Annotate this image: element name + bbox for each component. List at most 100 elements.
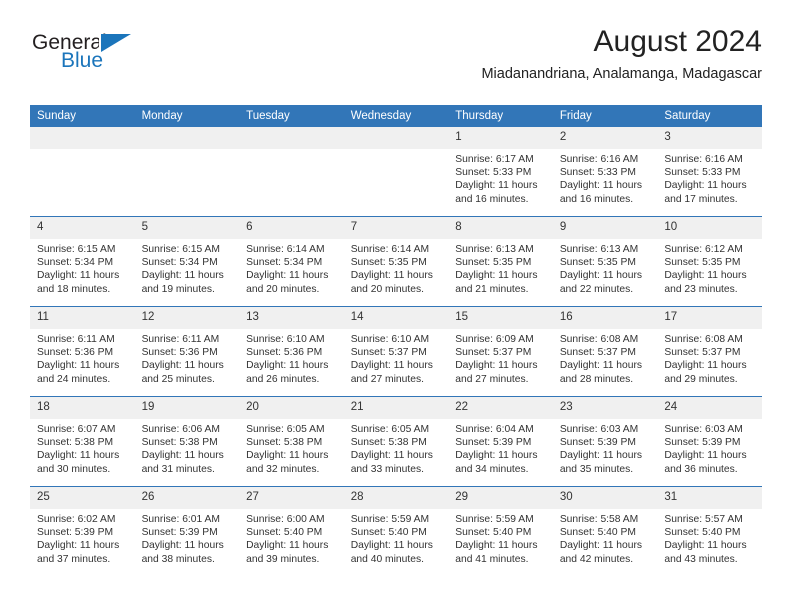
day-number: 11 — [30, 307, 135, 329]
calendar-day-cell[interactable]: 5 Sunrise: 6:15 AM Sunset: 5:34 PM Daylight… — [134, 216, 240, 307]
day-details: Sunrise: 6:15 AM Sunset: 5:34 PM Daylight:… — [30, 239, 135, 296]
weekday-header-tuesday: Tuesday — [239, 105, 344, 127]
day-number: 31 — [657, 487, 762, 509]
calendar-day-cell[interactable]: 16 Sunrise: 6:08 AM Sunset: 5:37 PM Dayligh… — [552, 306, 658, 397]
sunrise-text: Sunrise: 6:10 AM — [350, 334, 430, 345]
calendar-day-cell[interactable]: 15 Sunrise: 6:09 AM Sunset: 5:37 PM Dayligh… — [448, 306, 553, 397]
sunrise-text: Sunrise: 6:01 AM — [141, 514, 220, 525]
calendar-day-cell[interactable]: 29 Sunrise: 5:59 AM Sunset: 5:40 PM Dayligh… — [448, 486, 553, 576]
calendar-day-cell[interactable]: 2 Sunrise: 6:16 AM Sunset: 5:33 PM Daylight… — [552, 127, 658, 217]
day-details: Sunrise: 6:10 AM Sunset: 5:37 PM Daylight:… — [344, 329, 449, 386]
weekday-header-saturday: Saturday — [657, 105, 762, 127]
daylight-text-line1: Daylight: 11 hours — [141, 360, 224, 372]
brand-logo[interactable]: General Blue — [30, 32, 160, 80]
daylight-text-line2: and 17 minutes. — [664, 193, 738, 205]
sunset-text: Sunset: 5:34 PM — [141, 257, 218, 269]
day-number: 2 — [552, 127, 658, 149]
day-number: 26 — [134, 487, 240, 509]
calendar-day-cell[interactable]: 20 Sunrise: 6:05 AM Sunset: 5:38 PM Dayligh… — [239, 396, 344, 487]
day-number: 23 — [552, 397, 658, 419]
daylight-text-line2: and 32 minutes. — [246, 463, 320, 475]
calendar-day-cell[interactable]: 1 Sunrise: 6:17 AM Sunset: 5:33 PM Daylight… — [448, 127, 553, 217]
day-details: Sunrise: 6:08 AM Sunset: 5:37 PM Daylight:… — [553, 329, 658, 386]
calendar-day-cell[interactable]: 3 Sunrise: 6:16 AM Sunset: 5:33 PM Daylight… — [657, 127, 762, 217]
day-number — [30, 127, 135, 149]
sunrise-text: Sunrise: 5:59 AM — [455, 514, 534, 525]
calendar-day-cell[interactable]: 13 Sunrise: 6:10 AM Sunset: 5:36 PM Dayligh… — [239, 306, 344, 397]
sunrise-text: Sunrise: 6:15 AM — [141, 244, 220, 255]
day-details: Sunrise: 6:16 AM Sunset: 5:33 PM Daylight:… — [553, 149, 658, 206]
calendar-day-cell[interactable]: 11 Sunrise: 6:11 AM Sunset: 5:36 PM Dayligh… — [30, 306, 135, 397]
day-number: 28 — [343, 487, 449, 509]
daylight-text-line2: and 30 minutes. — [37, 463, 111, 475]
calendar-cell-empty — [343, 127, 449, 217]
calendar-day-cell[interactable]: 26 Sunrise: 6:01 AM Sunset: 5:39 PM Dayligh… — [134, 486, 240, 576]
calendar-day-cell[interactable]: 4 Sunrise: 6:15 AM Sunset: 5:34 PM Daylight… — [30, 216, 135, 307]
calendar-grid: Sunday Monday Tuesday Wednesday Thursday… — [30, 105, 762, 576]
daylight-text-line1: Daylight: 11 hours — [455, 270, 538, 282]
sunrise-text: Sunrise: 6:03 AM — [559, 424, 639, 435]
sunset-text: Sunset: 5:35 PM — [664, 257, 741, 269]
day-number: 7 — [343, 217, 449, 239]
calendar-day-cell[interactable]: 8 Sunrise: 6:13 AM Sunset: 5:35 PM Daylight… — [448, 216, 553, 307]
daylight-text-line2: and 24 minutes. — [37, 373, 111, 385]
sunset-text: Sunset: 5:40 PM — [350, 527, 427, 539]
calendar-day-cell[interactable]: 25 Sunrise: 6:02 AM Sunset: 5:39 PM Dayligh… — [30, 486, 135, 576]
daylight-text-line1: Daylight: 11 hours — [664, 180, 747, 192]
calendar-day-cell[interactable]: 10 Sunrise: 6:12 AM Sunset: 5:35 PM Dayligh… — [657, 216, 762, 307]
daylight-text-line1: Daylight: 11 hours — [246, 540, 329, 552]
day-number: 25 — [30, 487, 135, 509]
sunset-text: Sunset: 5:40 PM — [559, 527, 636, 539]
calendar-day-cell[interactable]: 23 Sunrise: 6:03 AM Sunset: 5:39 PM Dayligh… — [552, 396, 658, 487]
calendar-day-cell[interactable]: 22 Sunrise: 6:04 AM Sunset: 5:39 PM Dayligh… — [448, 396, 553, 487]
calendar-day-cell[interactable]: 9 Sunrise: 6:13 AM Sunset: 5:35 PM Daylight… — [552, 216, 658, 307]
title-block: August 2024 Miadanandriana, Analamanga, … — [481, 24, 762, 84]
calendar-day-cell[interactable]: 19 Sunrise: 6:06 AM Sunset: 5:38 PM Dayligh… — [134, 396, 240, 487]
day-details: Sunrise: 6:13 AM Sunset: 5:35 PM Daylight:… — [553, 239, 658, 296]
calendar-day-cell[interactable]: 12 Sunrise: 6:11 AM Sunset: 5:36 PM Dayligh… — [134, 306, 240, 397]
day-number: 6 — [239, 217, 344, 239]
calendar-day-cell[interactable]: 24 Sunrise: 6:03 AM Sunset: 5:39 PM Dayligh… — [657, 396, 762, 487]
daylight-text-line1: Daylight: 11 hours — [455, 450, 538, 462]
sunrise-text: Sunrise: 6:17 AM — [455, 154, 534, 165]
sunrise-text: Sunrise: 6:14 AM — [246, 244, 325, 255]
sunset-text: Sunset: 5:39 PM — [455, 437, 532, 449]
daylight-text-line1: Daylight: 11 hours — [246, 360, 329, 372]
day-details: Sunrise: 6:06 AM Sunset: 5:38 PM Daylight:… — [135, 419, 240, 476]
calendar-day-cell[interactable]: 28 Sunrise: 5:59 AM Sunset: 5:40 PM Dayligh… — [343, 486, 449, 576]
day-number: 3 — [657, 127, 762, 149]
calendar-cell-empty — [134, 127, 240, 217]
calendar-day-cell[interactable]: 18 Sunrise: 6:07 AM Sunset: 5:38 PM Dayligh… — [30, 396, 135, 487]
day-details: Sunrise: 5:57 AM Sunset: 5:40 PM Daylight:… — [657, 509, 762, 566]
calendar-day-cell[interactable]: 27 Sunrise: 6:00 AM Sunset: 5:40 PM Dayligh… — [239, 486, 344, 576]
calendar-day-cell[interactable]: 7 Sunrise: 6:14 AM Sunset: 5:35 PM Daylight… — [343, 216, 449, 307]
day-details: Sunrise: 6:04 AM Sunset: 5:39 PM Daylight:… — [448, 419, 553, 476]
sunrise-text: Sunrise: 6:15 AM — [37, 244, 116, 255]
daylight-text-line2: and 16 minutes. — [455, 193, 529, 205]
calendar-day-cell[interactable]: 17 Sunrise: 6:08 AM Sunset: 5:37 PM Dayligh… — [657, 306, 762, 397]
calendar-table: Sunday Monday Tuesday Wednesday Thursday… — [30, 105, 762, 576]
sunset-text: Sunset: 5:39 PM — [664, 437, 741, 449]
day-number: 8 — [448, 217, 553, 239]
day-details: Sunrise: 6:03 AM Sunset: 5:39 PM Daylight:… — [657, 419, 762, 476]
day-details: Sunrise: 6:13 AM Sunset: 5:35 PM Daylight:… — [448, 239, 553, 296]
calendar-day-cell[interactable]: 31 Sunrise: 5:57 AM Sunset: 5:40 PM Dayligh… — [657, 486, 762, 576]
day-details: Sunrise: 6:02 AM Sunset: 5:39 PM Daylight:… — [30, 509, 135, 566]
daylight-text-line2: and 34 minutes. — [455, 463, 529, 475]
daylight-text-line1: Daylight: 11 hours — [37, 360, 120, 372]
calendar-day-cell[interactable]: 6 Sunrise: 6:14 AM Sunset: 5:34 PM Daylight… — [239, 216, 344, 307]
calendar-day-cell[interactable]: 14 Sunrise: 6:10 AM Sunset: 5:37 PM Dayligh… — [343, 306, 449, 397]
daylight-text-line1: Daylight: 11 hours — [559, 540, 643, 552]
sunrise-text: Sunrise: 6:09 AM — [455, 334, 534, 345]
daylight-text-line2: and 18 minutes. — [37, 283, 111, 295]
day-details: Sunrise: 6:15 AM Sunset: 5:34 PM Daylight:… — [135, 239, 240, 296]
calendar-day-cell[interactable]: 30 Sunrise: 5:58 AM Sunset: 5:40 PM Dayligh… — [552, 486, 658, 576]
calendar-day-cell[interactable]: 21 Sunrise: 6:05 AM Sunset: 5:38 PM Dayligh… — [343, 396, 449, 487]
sunset-text: Sunset: 5:40 PM — [246, 527, 323, 539]
daylight-text-line2: and 35 minutes. — [559, 463, 634, 475]
page-header: General Blue August 2024 Miadanandriana,… — [30, 24, 762, 96]
day-number: 12 — [134, 307, 240, 329]
sunrise-text: Sunrise: 6:16 AM — [664, 154, 743, 165]
daylight-text-line2: and 31 minutes. — [141, 463, 215, 475]
day-number: 27 — [239, 487, 344, 509]
